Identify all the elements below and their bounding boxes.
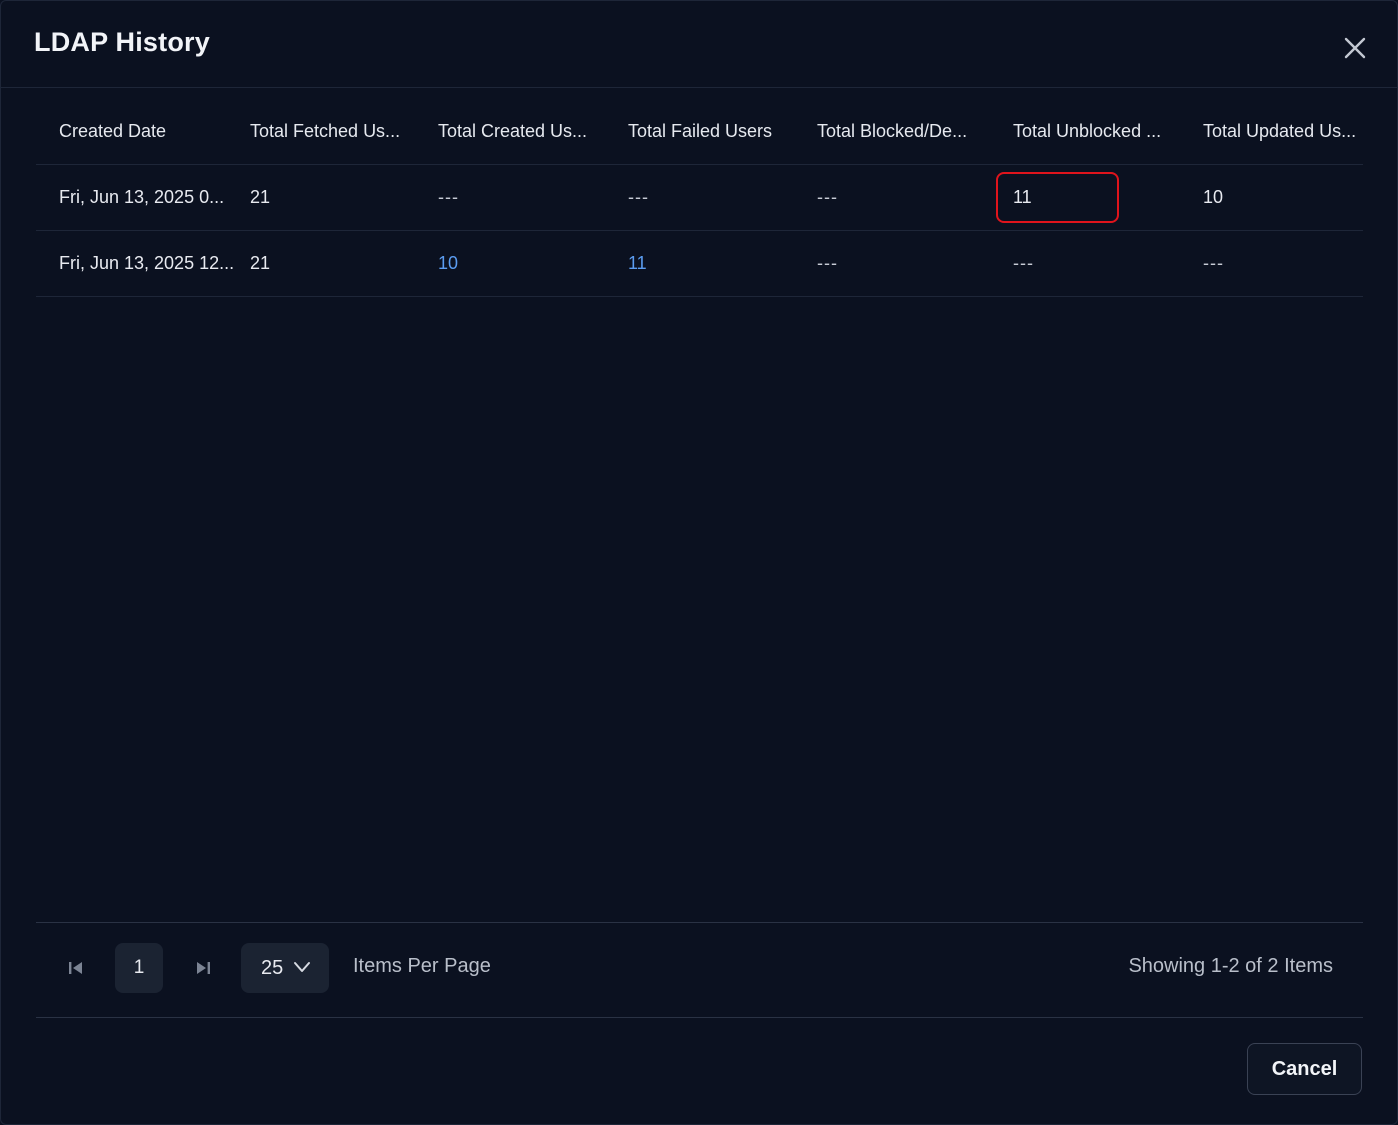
ldap-history-dialog: LDAP History Created Date Total Fetched … [0, 0, 1398, 1125]
blocked-cell: --- [817, 187, 838, 207]
close-button[interactable] [1337, 30, 1373, 66]
unblocked-cell: --- [1013, 253, 1034, 273]
history-table: Created Date Total Fetched Us... Total C… [36, 99, 1363, 297]
last-page-icon [197, 962, 210, 974]
first-page-icon [69, 962, 82, 974]
first-page-button[interactable] [56, 948, 96, 988]
items-per-page-label: Items Per Page [353, 955, 491, 977]
column-header-total-blocked[interactable]: Total Blocked/De... [817, 99, 997, 164]
blocked-cell: --- [817, 253, 838, 273]
unblocked-cell: 11 [1013, 187, 1032, 207]
cancel-button[interactable]: Cancel [1247, 1043, 1362, 1095]
created-date-cell: Fri, Jun 13, 2025 12... [59, 253, 235, 273]
table-header-row: Created Date Total Fetched Us... Total C… [36, 99, 1363, 165]
updated-cell: 10 [1203, 187, 1224, 207]
divider [36, 1017, 1363, 1018]
fetched-cell: 21 [250, 187, 271, 207]
updated-cell: --- [1203, 253, 1224, 273]
created-link[interactable]: 10 [438, 231, 613, 296]
table-row: Fri, Jun 13, 2025 12... 21 10 11 --- ---… [36, 231, 1363, 297]
column-header-total-fetched[interactable]: Total Fetched Us... [250, 99, 425, 164]
current-page-button[interactable]: 1 [115, 943, 163, 993]
failed-cell: --- [628, 187, 649, 207]
dialog-title: LDAP History [34, 27, 210, 57]
chevron-down-icon [294, 962, 310, 972]
dialog-header: LDAP History [1, 1, 1397, 88]
fetched-cell: 21 [250, 253, 271, 273]
failed-link[interactable]: 11 [628, 231, 803, 296]
table-row: Fri, Jun 13, 2025 0... 21 --- --- --- 11… [36, 165, 1363, 231]
items-per-page-value: 25 [261, 956, 284, 979]
last-page-button[interactable] [183, 948, 223, 988]
showing-items-text: Showing 1-2 of 2 Items [1128, 955, 1333, 977]
column-header-created-date[interactable]: Created Date [59, 99, 239, 164]
created-date-cell: Fri, Jun 13, 2025 0... [59, 187, 225, 207]
column-header-total-updated[interactable]: Total Updated Us... [1203, 99, 1363, 164]
divider [36, 922, 1363, 923]
close-icon [1344, 37, 1366, 59]
column-header-total-unblocked[interactable]: Total Unblocked ... [1013, 99, 1193, 164]
column-header-total-created[interactable]: Total Created Us... [438, 99, 613, 164]
created-cell: --- [438, 187, 459, 207]
column-header-total-failed[interactable]: Total Failed Users [628, 99, 803, 164]
items-per-page-select[interactable]: 25 [241, 943, 329, 993]
